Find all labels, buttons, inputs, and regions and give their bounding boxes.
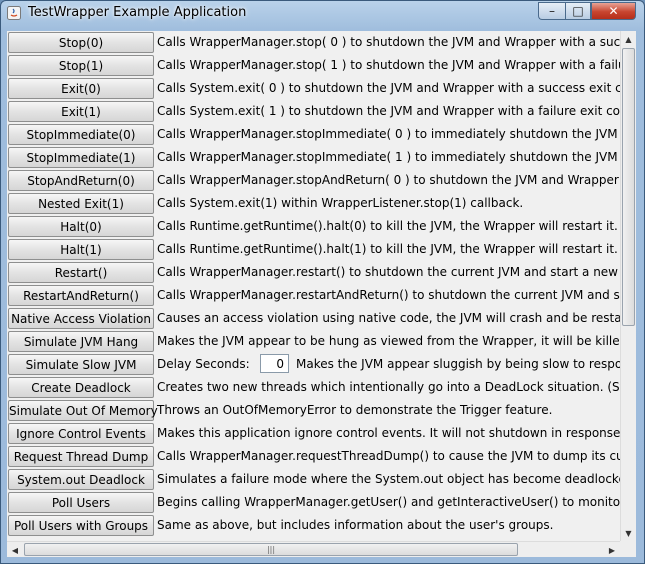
poll-users-with-groups-description: Same as above, but includes information … bbox=[157, 518, 554, 532]
nested-exit-1-button[interactable]: Nested Exit(1) bbox=[8, 193, 154, 214]
halt-0-button[interactable]: Halt(0) bbox=[8, 216, 154, 237]
system-out-deadlock-button[interactable]: System.out Deadlock bbox=[8, 469, 154, 490]
request-thread-dump-description: Calls WrapperManager.requestThreadDump()… bbox=[157, 449, 620, 463]
command-row: Halt(0) Calls Runtime.getRuntime().halt(… bbox=[7, 215, 620, 238]
exit-1-button[interactable]: Exit(1) bbox=[8, 101, 154, 122]
restart-and-return-button[interactable]: RestartAndReturn() bbox=[8, 285, 154, 306]
scroll-up-arrow-icon[interactable]: ▲ bbox=[621, 31, 636, 47]
command-row: Poll Users with Groups Same as above, bu… bbox=[7, 514, 620, 537]
delay-seconds-label: Delay Seconds: bbox=[157, 357, 250, 371]
command-row: StopAndReturn(0) Calls WrapperManager.st… bbox=[7, 169, 620, 192]
grip-icon: ||| bbox=[266, 545, 276, 554]
native-access-violation-description: Causes an access violation using native … bbox=[157, 311, 620, 325]
exit-0-description: Calls System.exit( 0 ) to shutdown the J… bbox=[157, 81, 620, 95]
scroll-right-arrow-icon[interactable]: ▶ bbox=[604, 542, 620, 557]
horizontal-scroll-thumb[interactable]: ||| bbox=[24, 543, 518, 556]
simulate-slow-jvm-description: Makes the JVM appear sluggish by being s… bbox=[296, 357, 620, 371]
stop-1-description: Calls WrapperManager.stop( 1 ) to shutdo… bbox=[157, 58, 620, 72]
command-row: Simulate JVM Hang Makes the JVM appear t… bbox=[7, 330, 620, 353]
exit-0-button[interactable]: Exit(0) bbox=[8, 78, 154, 99]
stop-and-return-0-button[interactable]: StopAndReturn(0) bbox=[8, 170, 154, 191]
command-row: Ignore Control Events Makes this applica… bbox=[7, 422, 620, 445]
content-panel: Stop(0) Calls WrapperManager.stop( 0 ) t… bbox=[7, 31, 636, 557]
scroll-down-arrow-icon[interactable]: ▼ bbox=[621, 525, 636, 541]
maximize-button[interactable]: □ bbox=[565, 2, 591, 20]
native-access-violation-button[interactable]: Native Access Violation bbox=[8, 308, 154, 329]
stop-immediate-1-description: Calls WrapperManager.stopImmediate( 1 ) … bbox=[157, 150, 620, 164]
command-row: Nested Exit(1) Calls System.exit(1) with… bbox=[7, 192, 620, 215]
maximize-icon: □ bbox=[572, 4, 584, 18]
title-bar[interactable]: TestWrapper Example Application – □ ✕ bbox=[1, 1, 644, 25]
scroll-corner bbox=[620, 541, 636, 557]
command-row: Halt(1) Calls Runtime.getRuntime().halt(… bbox=[7, 238, 620, 261]
simulate-jvm-hang-description: Makes the JVM appear to be hung as viewe… bbox=[157, 334, 620, 348]
command-row: RestartAndReturn() Calls WrapperManager.… bbox=[7, 284, 620, 307]
stop-0-button[interactable]: Stop(0) bbox=[8, 32, 154, 53]
system-out-deadlock-description: Simulates a failure mode where the Syste… bbox=[157, 472, 620, 486]
delay-seconds-input[interactable] bbox=[260, 354, 289, 373]
stop-1-button[interactable]: Stop(1) bbox=[8, 55, 154, 76]
simulate-out-of-memory-description: Throws an OutOfMemoryError to demonstrat… bbox=[157, 403, 553, 417]
exit-1-description: Calls System.exit( 1 ) to shutdown the J… bbox=[157, 104, 620, 118]
stop-immediate-0-button[interactable]: StopImmediate(0) bbox=[8, 124, 154, 145]
close-icon: ✕ bbox=[608, 4, 619, 18]
restart-button[interactable]: Restart() bbox=[8, 262, 154, 283]
command-row: System.out Deadlock Simulates a failure … bbox=[7, 468, 620, 491]
minimize-button[interactable]: – bbox=[538, 2, 565, 20]
vertical-scroll-thumb[interactable] bbox=[622, 48, 635, 326]
stop-immediate-0-description: Calls WrapperManager.stopImmediate( 0 ) … bbox=[157, 127, 620, 141]
command-list: Stop(0) Calls WrapperManager.stop( 0 ) t… bbox=[7, 31, 620, 541]
command-row: Request Thread Dump Calls WrapperManager… bbox=[7, 445, 620, 468]
halt-1-description: Calls Runtime.getRuntime().halt(1) to ki… bbox=[157, 242, 618, 256]
window-title: TestWrapper Example Application bbox=[28, 5, 247, 20]
simulate-slow-jvm-button[interactable]: Simulate Slow JVM bbox=[8, 354, 154, 375]
create-deadlock-button[interactable]: Create Deadlock bbox=[8, 377, 154, 398]
close-button[interactable]: ✕ bbox=[591, 2, 636, 20]
command-row: Stop(0) Calls WrapperManager.stop( 0 ) t… bbox=[7, 31, 620, 54]
command-row: Restart() Calls WrapperManager.restart()… bbox=[7, 261, 620, 284]
simulate-jvm-hang-button[interactable]: Simulate JVM Hang bbox=[8, 331, 154, 352]
nested-exit-1-description: Calls System.exit(1) within WrapperListe… bbox=[157, 196, 524, 210]
stop-and-return-0-description: Calls WrapperManager.stopAndReturn( 0 ) … bbox=[157, 173, 620, 187]
restart-description: Calls WrapperManager.restart() to shutdo… bbox=[157, 265, 620, 279]
poll-users-button[interactable]: Poll Users bbox=[8, 492, 154, 513]
java-app-icon bbox=[7, 6, 21, 20]
command-row: StopImmediate(0) Calls WrapperManager.st… bbox=[7, 123, 620, 146]
halt-1-button[interactable]: Halt(1) bbox=[8, 239, 154, 260]
command-row: Exit(0) Calls System.exit( 0 ) to shutdo… bbox=[7, 77, 620, 100]
app-window: TestWrapper Example Application – □ ✕ St… bbox=[0, 0, 645, 564]
stop-immediate-1-button[interactable]: StopImmediate(1) bbox=[8, 147, 154, 168]
restart-and-return-description: Calls WrapperManager.restartAndReturn() … bbox=[157, 288, 620, 302]
halt-0-description: Calls Runtime.getRuntime().halt(0) to ki… bbox=[157, 219, 618, 233]
command-row: Native Access Violation Causes an access… bbox=[7, 307, 620, 330]
poll-users-with-groups-button[interactable]: Poll Users with Groups bbox=[8, 515, 154, 536]
command-row: Simulate Slow JVM Delay Seconds: Makes t… bbox=[7, 353, 620, 376]
minimize-icon: – bbox=[549, 4, 555, 18]
command-row: Exit(1) Calls System.exit( 1 ) to shutdo… bbox=[7, 100, 620, 123]
stop-0-description: Calls WrapperManager.stop( 0 ) to shutdo… bbox=[157, 35, 620, 49]
horizontal-scrollbar[interactable]: ◀ ||| ▶ bbox=[7, 541, 620, 557]
vertical-scrollbar[interactable]: ▲ ▼ bbox=[620, 31, 636, 541]
create-deadlock-description: Creates two new threads which intentiona… bbox=[157, 380, 620, 394]
request-thread-dump-button[interactable]: Request Thread Dump bbox=[8, 446, 154, 467]
command-row: Stop(1) Calls WrapperManager.stop( 1 ) t… bbox=[7, 54, 620, 77]
command-row: Simulate Out Of Memory Throws an OutOfMe… bbox=[7, 399, 620, 422]
simulate-out-of-memory-button[interactable]: Simulate Out Of Memory bbox=[8, 400, 158, 421]
command-row: Poll Users Begins calling WrapperManager… bbox=[7, 491, 620, 514]
command-row: StopImmediate(1) Calls WrapperManager.st… bbox=[7, 146, 620, 169]
ignore-control-events-button[interactable]: Ignore Control Events bbox=[8, 423, 154, 444]
poll-users-description: Begins calling WrapperManager.getUser() … bbox=[157, 495, 620, 509]
scroll-left-arrow-icon[interactable]: ◀ bbox=[7, 542, 23, 557]
ignore-control-events-description: Makes this application ignore control ev… bbox=[157, 426, 620, 440]
command-row: Create Deadlock Creates two new threads … bbox=[7, 376, 620, 399]
